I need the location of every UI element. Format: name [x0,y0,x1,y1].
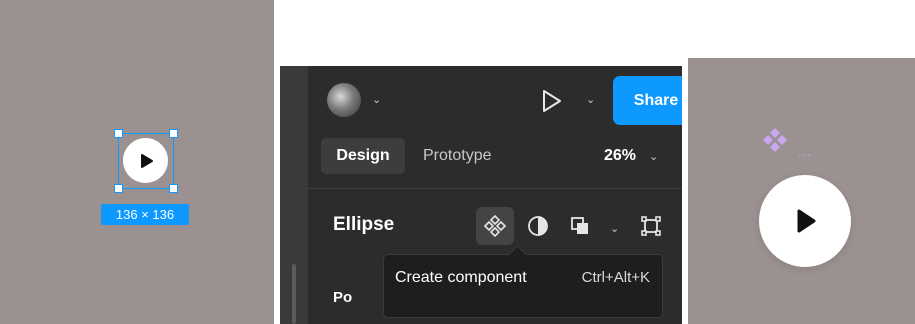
design-panel: ⌄ ⌄ Share Design Prototype 26% ⌄ Ellipse [308,66,682,324]
mask-icon[interactable] [526,214,550,238]
boolean-icon[interactable] [568,214,592,238]
resize-handle-top-left[interactable] [114,129,123,138]
canvas-left[interactable]: 136 × 136 [0,0,274,324]
share-button[interactable]: Share [613,76,682,125]
chevron-down-icon[interactable]: ⌄ [649,150,658,163]
component-icon [483,214,507,238]
zoom-level[interactable]: 26% [604,138,636,174]
create-component-button[interactable] [476,207,514,245]
size-badge: 136 × 136 [101,204,189,225]
tooltip-text: Create component [395,269,527,286]
resize-handle-bottom-left[interactable] [114,184,123,193]
tab-design[interactable]: Design [321,138,405,174]
resize-handle-bottom-right[interactable] [169,184,178,193]
avatar[interactable] [327,83,361,117]
tab-prototype[interactable]: Prototype [423,138,491,174]
properties-panel: ⌄ ⌄ Share Design Prototype 26% ⌄ Ellipse [280,66,682,324]
component-name[interactable]: ... [798,144,812,159]
component-icon [763,128,787,152]
layer-name: Ellipse [333,214,395,235]
scrollbar[interactable] [292,264,296,324]
divider [308,188,682,189]
tooltip-shortcut: Ctrl+Alt+K [581,269,650,286]
ellipse-play-button[interactable] [123,138,168,183]
play-outline-icon[interactable] [536,86,566,116]
component-play-button[interactable] [759,175,851,267]
tooltip: Create component Ctrl+Alt+K [383,245,663,318]
frame-selection-icon[interactable] [639,214,663,238]
canvas-right[interactable]: ... [688,58,915,324]
chevron-down-icon[interactable]: ⌄ [586,93,595,106]
panel-left-strip [280,66,308,324]
resize-handle-top-right[interactable] [169,129,178,138]
chevron-down-icon[interactable]: ⌄ [372,93,381,106]
section-label-partial: Po [333,289,353,306]
play-icon [797,209,816,233]
tooltip-arrow [508,245,527,264]
selection-box[interactable] [114,129,178,193]
play-icon [140,153,153,168]
chevron-down-icon[interactable]: ⌄ [610,222,619,235]
